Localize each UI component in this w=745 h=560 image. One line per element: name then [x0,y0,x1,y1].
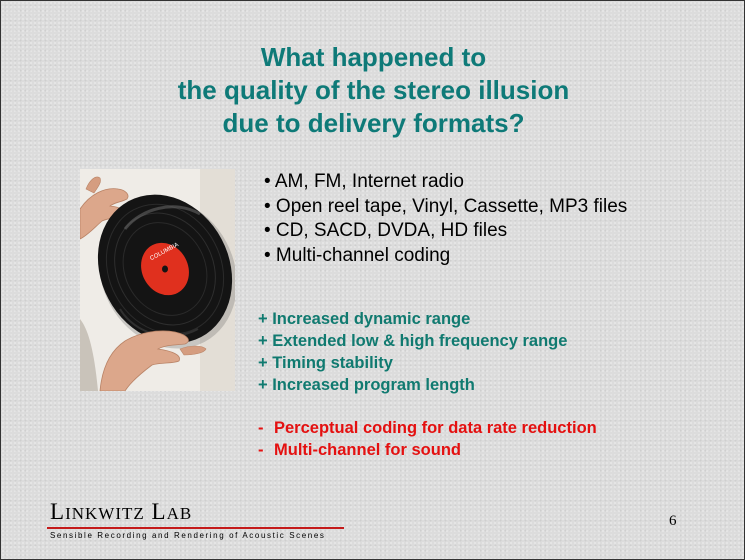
slide: What happened to the quality of the ster… [0,0,745,560]
format-bullet-list: • AM, FM, Internet radio • Open reel tap… [264,170,627,268]
vinyl-record-photo: COLUMBIA [80,169,235,391]
linkwitz-lab-logo: LINKWITZ LAB [50,499,192,525]
list-item-text: Multi-channel for sound [274,441,461,459]
title-line-1: What happened to [260,42,487,72]
dash-marker: - [258,441,264,459]
logo-initial: L [151,499,167,524]
slide-title: What happened to the quality of the ster… [1,41,745,140]
vinyl-record-illustration: COLUMBIA [80,169,235,391]
dash-marker: - [258,419,264,437]
list-item: • CD, SACD, DVDA, HD files [264,220,508,241]
list-item: • Multi-channel coding [264,244,451,266]
advantages-list: + Increased dynamic range + Extended low… [258,308,567,396]
list-item: + Extended low & high frequency range [258,332,568,350]
list-item-text: Perceptual coding for data rate reductio… [274,419,597,437]
logo-text: INKWITZ [65,504,145,523]
title-line-3: due to delivery formats? [222,108,525,138]
list-item: + Increased dynamic range [258,310,471,328]
logo-divider [47,527,344,529]
title-line-2: the quality of the stereo illusion [177,75,570,105]
list-item: + Timing stability [258,354,393,372]
list-item: • AM, FM, Internet radio [264,171,464,192]
list-item: + Increased program length [258,376,475,394]
logo-tagline: Sensible Recording and Rendering of Acou… [50,531,326,540]
logo-initial: L [50,499,66,524]
disadvantages-list: - Perceptual coding for data rate reducti… [258,417,597,461]
logo-text: AB [166,504,193,523]
page-number: 6 [669,513,677,529]
list-item: • Open reel tape, Vinyl, Cassette, MP3 f… [264,195,628,217]
list-item: - Multi-channel for sound [258,439,597,461]
list-item: - Perceptual coding for data rate reducti… [258,417,597,439]
